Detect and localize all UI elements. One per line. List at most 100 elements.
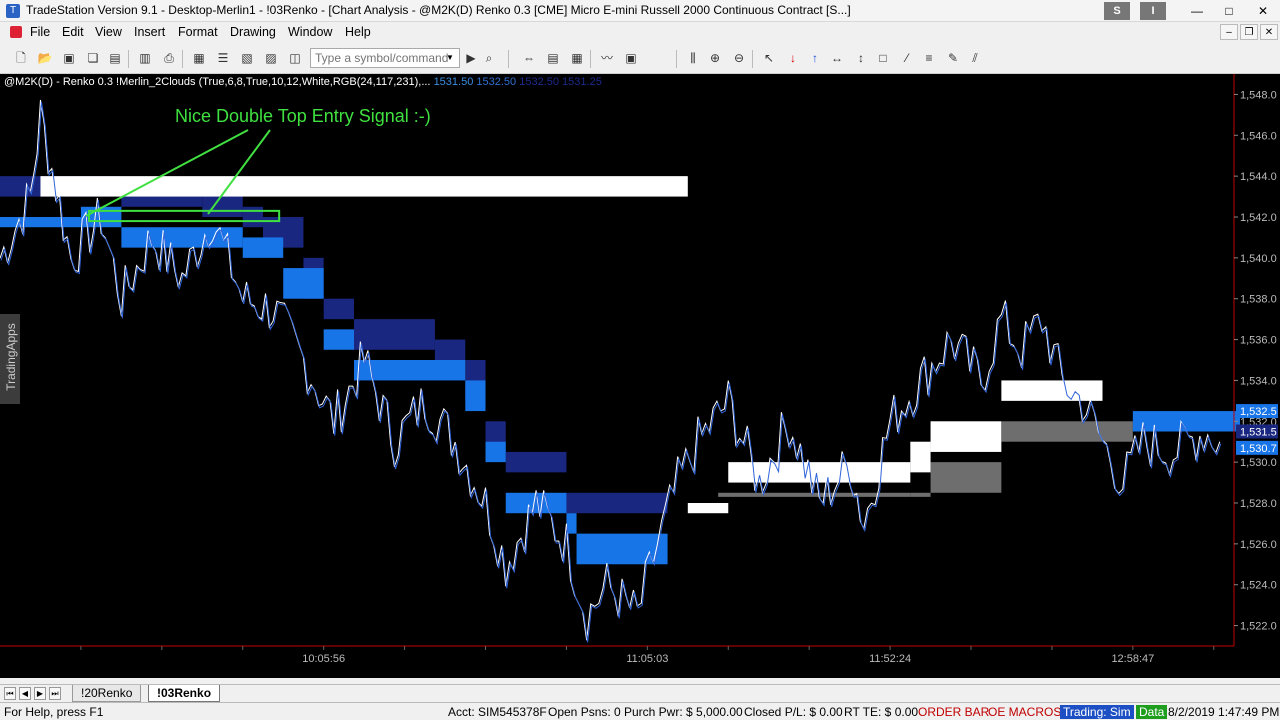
cloud-block [40, 176, 688, 197]
next-tab-icon[interactable]: ▶ [34, 687, 46, 700]
window-title: TradeStation Version 9.1 - Desktop-Merli… [26, 3, 851, 17]
go-arrow-icon[interactable]: ▶ [462, 50, 480, 66]
fib-icon[interactable]: ≡ [920, 50, 938, 66]
trading-sim-badge[interactable]: Trading: Sim [1060, 705, 1134, 719]
menu-window[interactable]: Window [288, 25, 332, 39]
symbol-command-input[interactable] [310, 48, 460, 68]
time-tick-label: 12:58:47 [1111, 653, 1154, 665]
minimize-button[interactable]: — [1182, 0, 1212, 22]
tab-03renko[interactable]: !03Renko [148, 685, 221, 702]
menu-drawing[interactable]: Drawing [230, 25, 276, 39]
bar-chart-icon[interactable]: ⫼ [684, 50, 702, 66]
study-value-3: 1532.50 [519, 76, 559, 88]
symbol-lookup-icon[interactable]: ⌕ [480, 50, 498, 66]
menu-view[interactable]: View [95, 25, 122, 39]
mdi-close-button[interactable]: ✕ [1260, 24, 1278, 40]
zoom-in-icon[interactable]: ⊕ [706, 50, 724, 66]
print-preview-icon[interactable]: ▥ [136, 50, 154, 66]
study-label: @M2K(D) - Renko 0.3 !Merlin_2Clouds (Tru… [4, 76, 431, 88]
link-icon[interactable]: ◫ [286, 50, 304, 66]
last-tab-icon[interactable]: ⏭ [49, 687, 61, 700]
chevron-down-icon[interactable]: ▼ [446, 53, 454, 62]
save-icon[interactable]: ▣ [60, 50, 78, 66]
study-value-2: 1532.50 [476, 76, 517, 88]
prev-tab-icon[interactable]: ◀ [19, 687, 31, 700]
mdi-minimize-button[interactable]: – [1220, 24, 1238, 40]
zoom-out-icon[interactable]: ⊖ [730, 50, 748, 66]
system-i-button[interactable]: I [1140, 2, 1166, 20]
analysis-icon[interactable]: ▧ [238, 50, 256, 66]
pen-icon[interactable]: ✎ [944, 50, 962, 66]
buy-arrow-icon[interactable]: ↑ [806, 50, 824, 66]
rectangle-icon[interactable]: □ [874, 50, 892, 66]
bar-spacing-icon[interactable]: ▤ [544, 50, 562, 66]
cloud-block [434, 339, 466, 360]
time-tick-label: 10:05:56 [302, 653, 345, 665]
cloud-block [242, 206, 263, 228]
toolbar: 🗋 📂 ▣ ❏ ▤ ▥ ⎙ ▦ ☰ ▧ ▨ ◫ ▼ ▶ ⌕ ⇔ ▤ ▦ 〰 ▣ … [0, 42, 1280, 74]
price-tick-label: 1,526.0 [1240, 539, 1277, 551]
strategy-icon[interactable]: ▣ [622, 50, 640, 66]
open-icon[interactable]: 📂 [36, 50, 54, 66]
oe-macros-button[interactable]: OE MACROS [988, 705, 1061, 719]
status-bar: For Help, press F1 Acct: SIM545378F Open… [0, 702, 1280, 720]
menu-edit[interactable]: Edit [62, 25, 84, 39]
document-icon[interactable] [10, 26, 22, 38]
menu-file[interactable]: File [30, 25, 50, 39]
horizontal-line-icon[interactable]: ↔ [828, 50, 846, 66]
sell-arrow-icon[interactable]: ↓ [784, 50, 802, 66]
study-value-1: 1531.50 [433, 76, 474, 88]
study-legend: @M2K(D) - Renko 0.3 !Merlin_2Clouds (Tru… [4, 76, 602, 88]
cloud-block [354, 319, 435, 350]
print-icon[interactable]: ⎙ [160, 50, 178, 66]
data-window-icon[interactable]: ▨ [262, 50, 280, 66]
status-datetime: 8/2/2019 1:47:49 PM [1168, 705, 1280, 719]
pointer-icon[interactable]: ↖ [760, 50, 778, 66]
time-tick-label: 11:05:03 [626, 653, 668, 665]
cloud-block [687, 503, 729, 514]
menu-format[interactable]: Format [178, 25, 218, 39]
new-icon[interactable]: 🗋 [12, 50, 30, 66]
indicator-icon[interactable]: 〰 [598, 50, 616, 66]
renko-chart[interactable]: Nice Double Top Entry Signal :-) 1,522.0 1… [0, 74, 1280, 678]
cloud-block [485, 441, 506, 463]
new-window-icon[interactable]: ❏ [84, 50, 102, 66]
price-badge-label: 1,531.5 [1240, 427, 1277, 439]
cloud-block [283, 268, 324, 299]
tab-20renko[interactable]: !20Renko [72, 685, 142, 702]
toolbar-separator [128, 50, 129, 68]
maximize-button[interactable]: □ [1214, 0, 1244, 22]
close-button[interactable]: ✕ [1248, 0, 1278, 22]
menu-insert[interactable]: Insert [134, 25, 165, 39]
price-tick-label: 1,528.0 [1240, 498, 1277, 510]
status-open-positions: Open Psns: 0 [548, 705, 621, 719]
scroll-icon[interactable]: ⇔ [520, 50, 538, 66]
first-tab-icon[interactable]: ⏮ [4, 687, 16, 700]
study-value-4: 1531.25 [562, 76, 602, 88]
cloud-block [910, 492, 931, 497]
system-s-button[interactable]: S [1104, 2, 1130, 20]
workspace-icon[interactable]: ▤ [106, 50, 124, 66]
tradingapps-side-tab[interactable]: TradingApps [0, 314, 20, 404]
price-tick-label: 1,542.0 [1240, 212, 1277, 224]
chart-analysis-window[interactable]: Nice Double Top Entry Signal :-) 1,522.0 1… [0, 74, 1280, 678]
title-bar: T TradeStation Version 9.1 - Desktop-Mer… [0, 0, 1280, 22]
parallel-lines-icon[interactable]: ⫽ [966, 50, 984, 66]
table-icon[interactable]: ▦ [568, 50, 586, 66]
price-tick-label: 1,536.0 [1240, 335, 1277, 347]
mdi-restore-button[interactable]: ❐ [1240, 24, 1258, 40]
status-help: For Help, press F1 [4, 705, 104, 719]
vertical-line-icon[interactable]: ↕ [852, 50, 870, 66]
data-status-badge[interactable]: Data [1136, 705, 1168, 719]
price-tick-label: 1,524.0 [1240, 580, 1277, 592]
cloud-block [910, 441, 931, 473]
cloud-block [718, 492, 911, 497]
trendline-icon[interactable]: ⁄ [898, 50, 916, 66]
sheet-tabs-bar: ⏮ ◀ ▶ ⏭ !20Renko !03Renko [0, 684, 1280, 702]
cloud-block [121, 227, 243, 248]
format-symbol-icon[interactable]: ☰ [214, 50, 232, 66]
format-window-icon[interactable]: ▦ [190, 50, 208, 66]
order-bar-button[interactable]: ORDER BAR [918, 705, 989, 719]
menu-help[interactable]: Help [345, 25, 371, 39]
tradestation-window: T TradeStation Version 9.1 - Desktop-Mer… [0, 0, 1280, 720]
